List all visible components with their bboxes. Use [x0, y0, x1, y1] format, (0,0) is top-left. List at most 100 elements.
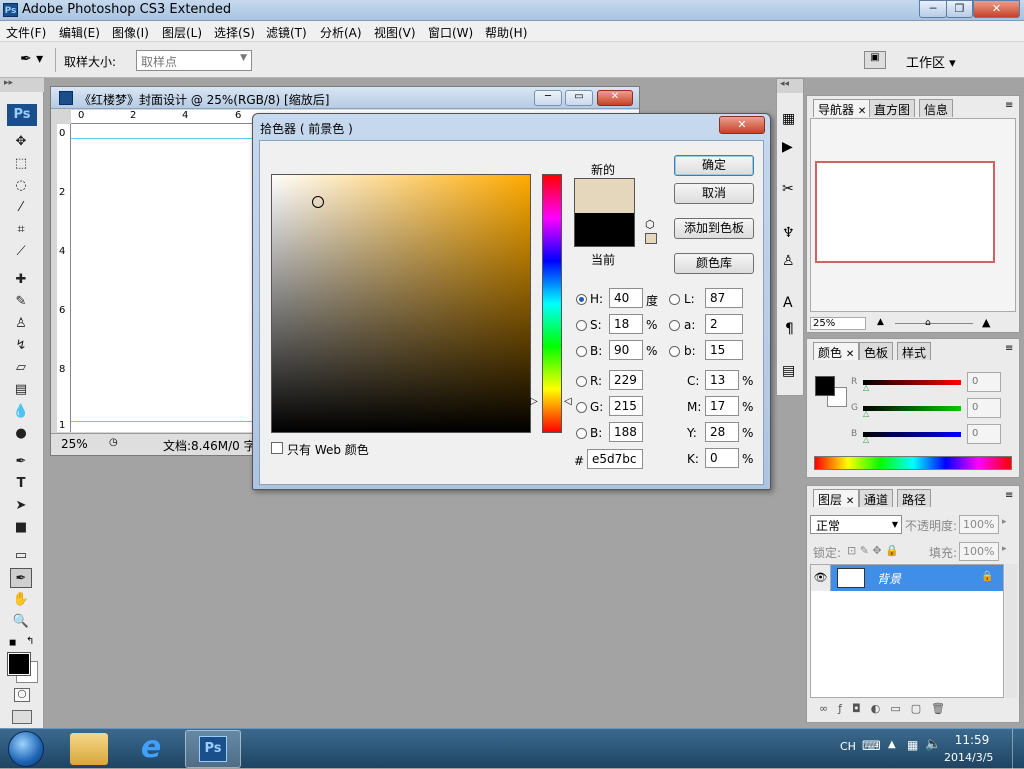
actions-panel-icon[interactable]: ▶	[782, 139, 793, 155]
r-input[interactable]: 229	[609, 370, 643, 390]
g-slider-thumb[interactable]: △	[863, 409, 869, 418]
gradient-tool-icon[interactable]: ▤	[10, 380, 32, 400]
h-input[interactable]: 40	[609, 288, 643, 308]
eraser-tool-icon[interactable]: ▱	[10, 358, 32, 378]
tab-swatches[interactable]: 色板	[859, 342, 894, 360]
foreground-color-swatch[interactable]	[7, 652, 31, 676]
path-selection-tool-icon[interactable]: ➤	[10, 496, 32, 516]
hex-input[interactable]: e5d7bc	[587, 449, 643, 469]
close-button[interactable]: ✕	[973, 0, 1020, 18]
fill-slider-arrow-icon[interactable]: ▸	[1002, 544, 1007, 554]
y-input[interactable]: 28	[705, 422, 739, 442]
hue-slider-left-arrow-icon[interactable]: ▷	[530, 396, 538, 407]
input-language[interactable]: CH	[840, 740, 856, 753]
pen-tool-icon[interactable]: ✒	[10, 452, 32, 472]
history-panel-icon[interactable]: ▦	[782, 111, 795, 127]
clone-source-icon[interactable]: ♙	[782, 253, 795, 269]
web-safe-swatch-icon[interactable]	[645, 233, 657, 244]
quick-mask-icon[interactable]: ◯	[14, 688, 30, 702]
fill-input[interactable]: 100%	[959, 542, 999, 561]
color-libraries-button[interactable]: 颜色库	[674, 253, 754, 274]
sample-size-select[interactable]: 取样点 ▼	[136, 50, 252, 71]
tab-styles[interactable]: 样式	[897, 342, 932, 360]
clock-date[interactable]: 2014/3/5	[944, 751, 993, 764]
magic-wand-tool-icon[interactable]: ⁄	[10, 198, 32, 218]
notes-tool-icon[interactable]: ▭	[10, 546, 32, 566]
panel-menu-icon[interactable]: ≡	[1005, 490, 1013, 501]
tab-info[interactable]: 信息	[919, 99, 954, 117]
keyboard-icon[interactable]: ⌨	[862, 739, 881, 754]
h-radio[interactable]	[576, 294, 587, 305]
zoom-slider-thumb[interactable]: ⌂	[925, 318, 931, 328]
ok-button[interactable]: 确定	[674, 155, 754, 176]
lock-icons[interactable]: ⊡ ✎ ✥ 🔒	[847, 544, 899, 557]
marquee-tool-icon[interactable]: ⬚	[10, 154, 32, 174]
navigator-view-box[interactable]	[815, 161, 995, 263]
slice-tool-icon[interactable]: ⟋	[10, 242, 32, 262]
zoom-slider-track[interactable]	[895, 323, 973, 324]
menu-help[interactable]: 帮助(H)	[485, 24, 527, 41]
g-slider[interactable]	[863, 406, 961, 411]
panel-menu-icon[interactable]: ≡	[1005, 343, 1013, 354]
zoom-tool-icon[interactable]: 🔍	[10, 612, 32, 632]
layer-footer-icons[interactable]: ∞ƒ◘◐▭▢🗑	[819, 702, 955, 715]
g-radio[interactable]	[576, 402, 587, 413]
hue-slider[interactable]	[542, 174, 562, 433]
menu-analysis[interactable]: 分析(A)	[320, 24, 362, 41]
healing-brush-tool-icon[interactable]: ✚	[10, 270, 32, 290]
r-slider-thumb[interactable]: △	[863, 383, 869, 392]
color-selector-circle[interactable]	[312, 196, 324, 208]
b-slider[interactable]	[863, 432, 961, 437]
web-colors-only-checkbox[interactable]	[271, 442, 283, 454]
blur-tool-icon[interactable]: 💧	[10, 402, 32, 422]
restore-button[interactable]: ❐	[946, 0, 973, 18]
panel-menu-icon[interactable]: ≡	[1005, 100, 1013, 111]
internet-explorer-icon[interactable]: e	[132, 731, 170, 767]
toolbox-grip[interactable]: ▸▸	[0, 78, 44, 92]
a-radio[interactable]	[669, 320, 680, 331]
screen-mode-icon[interactable]	[12, 710, 32, 724]
clock-time[interactable]: 11:59	[954, 733, 990, 747]
menu-layer[interactable]: 图层(L)	[162, 24, 202, 41]
color-ramp[interactable]	[814, 456, 1012, 470]
g-input[interactable]: 215	[609, 396, 643, 416]
default-colors-icon[interactable]: ◼	[9, 638, 16, 648]
tab-layers[interactable]: 图层 ✕	[813, 489, 860, 507]
tool-presets-icon[interactable]: ✂	[782, 181, 794, 197]
l-input[interactable]: 87	[705, 288, 743, 308]
menu-edit[interactable]: 编辑(E)	[59, 24, 100, 41]
taskbar-photoshop-button[interactable]: Ps	[185, 730, 241, 768]
dialog-close-button[interactable]: ✕	[719, 116, 765, 134]
zoom-in-icon[interactable]: ▲	[982, 316, 990, 329]
layer-thumbnail[interactable]	[837, 568, 865, 588]
menu-view[interactable]: 视图(V)	[374, 24, 416, 41]
color-panel-fg-swatch[interactable]	[815, 376, 835, 396]
hand-tool-icon[interactable]: ✋	[10, 590, 32, 610]
eyedropper-tool-icon[interactable]: ✒	[10, 568, 32, 588]
dodge-tool-icon[interactable]: ●	[10, 424, 32, 444]
character-panel-icon[interactable]: A	[783, 295, 793, 311]
history-brush-tool-icon[interactable]: ↯	[10, 336, 32, 356]
clone-stamp-tool-icon[interactable]: ♙	[10, 314, 32, 334]
saturation-brightness-field[interactable]	[271, 174, 531, 433]
lab-b-radio[interactable]	[669, 346, 680, 357]
opacity-input[interactable]: 100%	[959, 515, 999, 534]
tab-paths[interactable]: 路径	[897, 489, 932, 507]
layer-row[interactable]: 👁 背景 🔒	[811, 565, 1003, 591]
add-to-swatches-button[interactable]: 添加到色板	[674, 218, 754, 239]
doc-maximize-button[interactable]: ▭	[565, 90, 593, 106]
move-tool-icon[interactable]: ✥	[10, 132, 32, 152]
paragraph-panel-icon[interactable]: ¶	[785, 321, 794, 337]
minimize-button[interactable]: ─	[919, 0, 947, 18]
b-value[interactable]: 0	[967, 424, 1001, 444]
zoom-out-icon[interactable]: ▲	[877, 317, 884, 327]
type-tool-icon[interactable]: T	[10, 474, 32, 494]
r-value[interactable]: 0	[967, 372, 1001, 392]
close-icon[interactable]: ✕	[846, 496, 854, 507]
eyedropper-tool-preset-icon[interactable]: ✒ ▾	[20, 51, 43, 67]
tab-color[interactable]: 颜色 ✕	[813, 342, 860, 360]
current-color-swatch[interactable]	[575, 213, 634, 246]
b-slider-thumb[interactable]: △	[863, 435, 869, 444]
navigator-zoom-field[interactable]: 25%	[810, 317, 866, 330]
blue-radio[interactable]	[576, 428, 587, 439]
